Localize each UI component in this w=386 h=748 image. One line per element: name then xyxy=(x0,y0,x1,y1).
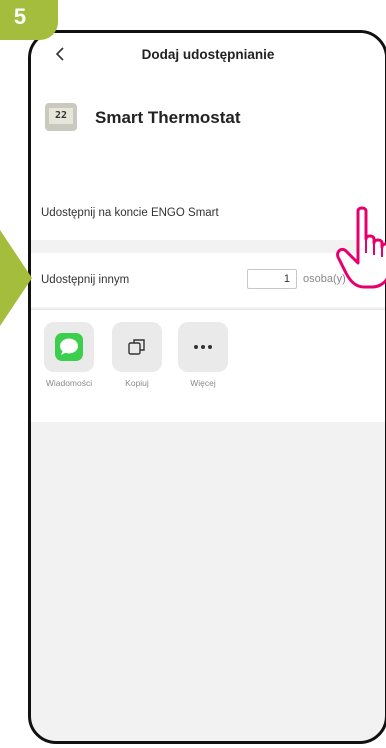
share-others-label: Udostępnij innym xyxy=(41,274,130,286)
share-option-label: Więcej xyxy=(190,378,216,388)
person-count-input[interactable] xyxy=(247,269,297,289)
phone-screen: Dodaj udostępnianie 22 Smart Thermostat … xyxy=(28,30,386,744)
share-messages-button[interactable]: Wiadomości xyxy=(41,322,97,402)
pointing-hand-icon xyxy=(336,206,386,289)
share-more-button[interactable]: Więcej xyxy=(175,322,231,402)
step-badge: 5 xyxy=(0,0,58,40)
thermostat-icon: 22 xyxy=(45,103,77,131)
share-option-label: Wiadomości xyxy=(45,378,93,388)
share-tile xyxy=(44,322,94,372)
share-tile xyxy=(178,322,228,372)
share-options: Wiadomości Kopiuj Więcej xyxy=(31,309,385,422)
top-bar: Dodaj udostępnianie xyxy=(31,33,385,81)
share-others-row: Udostępnij innym osoba(y) xyxy=(31,253,385,307)
device-header: 22 Smart Thermostat xyxy=(31,81,385,189)
more-icon xyxy=(194,345,212,349)
copy-icon xyxy=(128,339,145,355)
device-name: Smart Thermostat xyxy=(95,108,241,127)
share-account-row[interactable]: Udostępnij na koncie ENGO Smart xyxy=(31,188,385,240)
share-option-label: Kopiuj xyxy=(125,378,149,388)
share-tile xyxy=(112,322,162,372)
page-title: Dodaj udostępnianie xyxy=(141,47,275,62)
share-copy-button[interactable]: Kopiuj xyxy=(109,322,165,402)
share-account-label: Udostępnij na koncie ENGO Smart xyxy=(41,207,219,219)
messages-icon xyxy=(55,333,83,361)
thermostat-screen: 22 xyxy=(49,108,73,124)
